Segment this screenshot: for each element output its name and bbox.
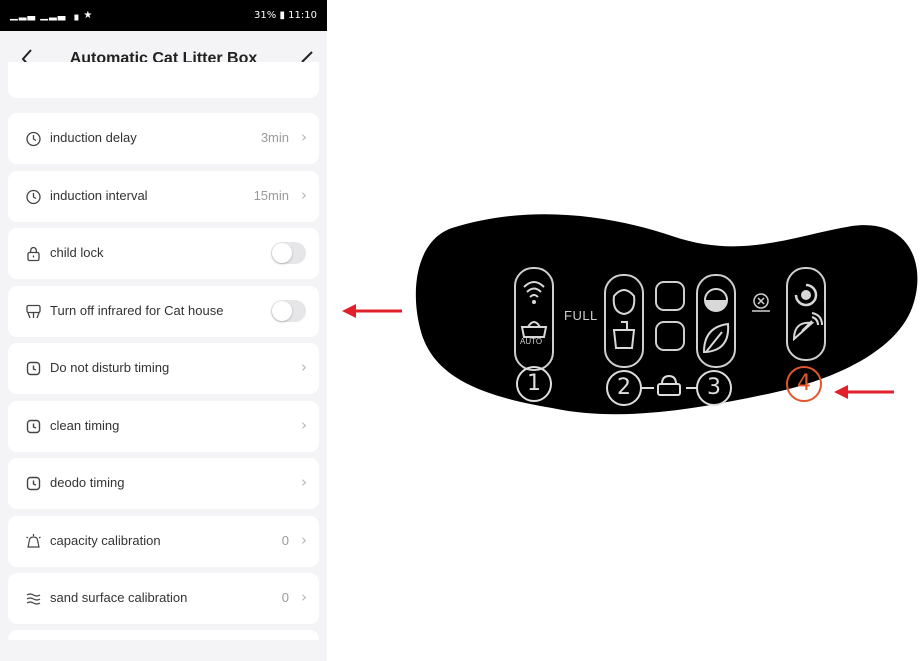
alarm-clock-icon bbox=[25, 360, 42, 377]
setting-label: induction delay bbox=[50, 130, 137, 145]
timer-icon bbox=[25, 188, 42, 205]
setting-label: child lock bbox=[50, 245, 104, 260]
setting-row[interactable]: Do not disturb timing › bbox=[8, 343, 319, 394]
bell-icon bbox=[25, 533, 42, 550]
setting-label: sand surface calibration bbox=[50, 590, 188, 605]
alarm-clock-icon bbox=[25, 418, 42, 435]
panel-buttons-row bbox=[516, 366, 822, 406]
setting-value: 0 bbox=[281, 532, 289, 548]
alarm-clock-icon bbox=[25, 475, 42, 492]
phone-screen: ▁▂▃ ▁▂▃ ▗ ★ 31% ▮ 11:10 Automatic Cat Li… bbox=[0, 0, 327, 661]
status-battery: 31% bbox=[254, 10, 277, 21]
litter-scoop-icon bbox=[520, 321, 548, 338]
settings-card-partial bbox=[8, 630, 319, 640]
panel-button-1[interactable]: 1 bbox=[516, 366, 552, 402]
setting-row[interactable]: sand surface calibration 0 › bbox=[8, 573, 319, 624]
satellite-dish-icon bbox=[792, 312, 823, 342]
setting-row[interactable]: clean timing › bbox=[8, 400, 319, 452]
setting-row[interactable]: induction delay 3min › bbox=[8, 113, 319, 164]
setting-row[interactable]: induction interval 15min › bbox=[8, 170, 319, 222]
setting-label: Do not disturb timing bbox=[50, 360, 170, 375]
panel-column-2 bbox=[604, 274, 644, 368]
chevron-right-icon: › bbox=[301, 128, 307, 146]
panel-button-3[interactable]: 3 bbox=[696, 370, 732, 406]
setting-row[interactable]: Turn off infrared for Cat house bbox=[8, 285, 319, 337]
settings-card-partial bbox=[8, 62, 319, 98]
bowl-icon bbox=[612, 289, 636, 316]
status-time: 11:10 bbox=[288, 10, 317, 21]
toggle-knob bbox=[272, 300, 292, 321]
panel-button-4[interactable]: 4 bbox=[786, 366, 822, 402]
chevron-right-icon: › bbox=[301, 358, 307, 376]
setting-row[interactable]: child lock bbox=[8, 228, 319, 279]
wifi-icon bbox=[523, 281, 545, 298]
setting-row[interactable]: deodo timing › bbox=[8, 458, 319, 509]
panel-button-2[interactable]: 2 bbox=[606, 370, 642, 406]
lock-icon bbox=[25, 245, 42, 262]
infrared-icon bbox=[25, 303, 42, 320]
alarm-off-icon bbox=[752, 293, 770, 312]
clean-icon bbox=[612, 321, 636, 349]
status-signal-icons: ▁▂▃ ▁▂▃ ▗ ★ bbox=[10, 10, 94, 21]
lock-icon bbox=[657, 383, 681, 396]
setting-value: 0 bbox=[281, 590, 289, 605]
setting-toggle[interactable] bbox=[271, 242, 306, 264]
setting-toggle[interactable] bbox=[271, 299, 306, 322]
setting-label: clean timing bbox=[50, 417, 120, 433]
setting-label: induction interval bbox=[50, 187, 148, 203]
panel-column-4 bbox=[786, 267, 826, 361]
panel-column-3 bbox=[696, 274, 736, 368]
indicator-squares bbox=[655, 281, 685, 351]
status-right: 31% ▮ 11:10 bbox=[254, 10, 317, 21]
setting-value: 15min bbox=[253, 187, 289, 203]
battery-icon: ▮ bbox=[279, 10, 285, 21]
chevron-right-icon: › bbox=[301, 473, 307, 491]
setting-value: 3min bbox=[260, 130, 289, 145]
chevron-right-icon: › bbox=[301, 415, 307, 434]
setting-label: Turn off infrared for Cat house bbox=[50, 302, 224, 318]
status-bar: ▁▂▃ ▁▂▃ ▗ ★ 31% ▮ 11:10 bbox=[0, 0, 327, 31]
auto-label: AUTO bbox=[520, 337, 543, 346]
leaf-icon bbox=[702, 322, 730, 353]
arrow-left-icon bbox=[342, 304, 402, 318]
setting-row[interactable]: capacity calibration 0 › bbox=[8, 515, 319, 567]
toggle-knob bbox=[272, 243, 292, 263]
setting-label: deodo timing bbox=[50, 475, 125, 490]
timer-icon bbox=[25, 130, 42, 147]
chevron-right-icon: › bbox=[301, 588, 307, 606]
full-label: FULL bbox=[564, 308, 598, 323]
setting-label: capacity calibration bbox=[50, 532, 161, 548]
chevron-right-icon: › bbox=[301, 185, 307, 204]
chevron-right-icon: › bbox=[301, 530, 307, 549]
waves-icon bbox=[25, 590, 42, 607]
